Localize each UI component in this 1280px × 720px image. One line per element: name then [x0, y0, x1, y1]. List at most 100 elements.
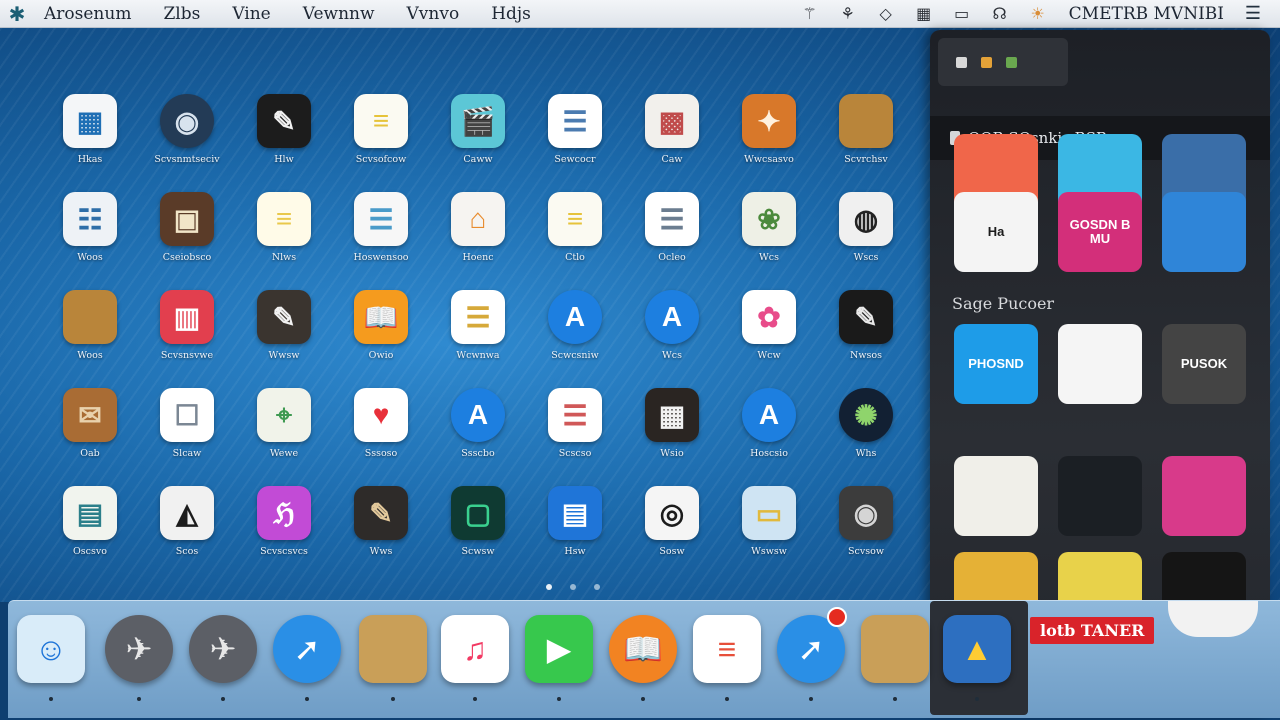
app-tile[interactable]: ☰ Scscso — [527, 388, 623, 486]
page-dot[interactable] — [570, 584, 576, 590]
app-tile[interactable]: ✉ Oab — [42, 388, 138, 486]
purple-app-icon[interactable]: ℌ — [257, 486, 311, 540]
list-icon[interactable]: ☰ — [451, 290, 505, 344]
app-store-icon[interactable]: A — [742, 388, 796, 442]
dock-item[interactable]: ▲ — [942, 615, 1012, 701]
app-tile[interactable]: A Wcs — [624, 290, 720, 388]
dock-item[interactable] — [860, 615, 930, 701]
dock-item[interactable] — [358, 615, 428, 701]
orange-app-icon[interactable]: ✦ — [742, 94, 796, 148]
map-board-icon[interactable]: ▩ — [645, 94, 699, 148]
app-tile[interactable]: ◉ Scvsow — [818, 486, 914, 584]
app-tile[interactable]: 📖 Owio — [333, 290, 429, 388]
green-frame-icon[interactable]: ▢ — [451, 486, 505, 540]
app-tile[interactable]: ▦ Hkas — [42, 94, 138, 192]
gem-icon[interactable]: ◇ — [875, 4, 897, 24]
app-tile[interactable]: ≡ Nlws — [236, 192, 332, 290]
app-tile[interactable]: ✿ Wcw — [721, 290, 817, 388]
app-tile[interactable]: ☰ Wcwnwa — [430, 290, 526, 388]
page-dot[interactable] — [594, 584, 600, 590]
yellow-blue-icon[interactable]: PHOSND — [954, 324, 1038, 404]
dock-item[interactable]: 📖 — [608, 615, 678, 701]
app-tile[interactable]: ☰ Sewcocr — [527, 94, 623, 192]
app-tile[interactable]: ▤ Hsw — [527, 486, 623, 584]
app-store-icon[interactable]: A — [645, 290, 699, 344]
dock-item[interactable]: ♫ — [440, 615, 510, 701]
clapperboard-icon[interactable]: 🎬 — [451, 94, 505, 148]
books-icon[interactable]: 📖 — [354, 290, 408, 344]
pink-banner-icon[interactable]: GOSDN B MU — [1058, 192, 1142, 272]
reminders-icon[interactable]: ☰ — [645, 192, 699, 246]
reminders-icon[interactable]: ☰ — [548, 388, 602, 442]
app-tile[interactable]: A Ssscbo — [430, 388, 526, 486]
app-tile[interactable]: ◍ Wscs — [818, 192, 914, 290]
app-tile[interactable]: ❀ Wcs — [721, 192, 817, 290]
menu-item-help[interactable]: Hdjs — [481, 4, 553, 24]
clock-board-icon[interactable]: ◍ — [839, 192, 893, 246]
notebook-icon[interactable] — [861, 615, 929, 683]
books-icon[interactable]: 📖 — [609, 615, 677, 683]
pencil-box-icon[interactable]: PUSOK — [1162, 324, 1246, 404]
safari-icon[interactable]: ➚ — [777, 607, 847, 683]
app-tile[interactable]: ✎ Nwsos — [818, 290, 914, 388]
checklist-icon[interactable]: ☰ — [354, 192, 408, 246]
wand-icon[interactable]: ⚚ — [799, 4, 821, 24]
wood-board-icon[interactable] — [63, 290, 117, 344]
app-tile[interactable]: A Hoscsio — [721, 388, 817, 486]
dock-item[interactable]: ☺ — [16, 615, 86, 701]
menu-item-go[interactable]: Vvnvo — [397, 4, 482, 24]
app-tile[interactable]: ☰ Hoswensoo — [333, 192, 429, 290]
notes-icon[interactable]: ≡ — [354, 94, 408, 148]
app-tile[interactable]: ⌖ Wewe — [236, 388, 332, 486]
dock-tray-label[interactable]: lotb TANER — [1030, 617, 1155, 644]
app-tile[interactable]: ℌ Scvscsvcs — [236, 486, 332, 584]
app-tile[interactable]: ☰ Ocleo — [624, 192, 720, 290]
panel-tab-zoom[interactable] — [1006, 56, 1017, 68]
app-tile[interactable]: Woos — [42, 290, 138, 388]
sketch-icon[interactable]: ✎ — [354, 486, 408, 540]
script-app-icon[interactable]: ✎ — [257, 94, 311, 148]
apple-menu-icon[interactable]: ✱ — [0, 0, 34, 28]
brown-notes-icon[interactable]: ✉ — [63, 388, 117, 442]
app-tile[interactable]: ▦ Wsio — [624, 388, 720, 486]
home-icon[interactable]: ⌂ — [451, 192, 505, 246]
rainbow-icon[interactable] — [1162, 192, 1246, 272]
app-tile[interactable]: 🎬 Caww — [430, 94, 526, 192]
notes-icon[interactable]: ≡ — [548, 192, 602, 246]
dark-app-icon[interactable]: ✎ — [257, 290, 311, 344]
grid-app-icon[interactable]: ▦ — [645, 388, 699, 442]
eye-icon[interactable]: ◭ — [160, 486, 214, 540]
app-tile[interactable]: ≡ Scvsofcow — [333, 94, 429, 192]
pink-magenta-icon[interactable] — [1162, 456, 1246, 536]
app-tile[interactable]: ◉ Scvsnmtseciv — [139, 94, 235, 192]
app-tile[interactable]: ⌂ Hoenc — [430, 192, 526, 290]
music-icon[interactable]: ♫ — [441, 615, 509, 683]
butterfly-icon[interactable]: ⚘ — [837, 4, 859, 24]
launchpad-icon[interactable]: ✈ — [189, 615, 257, 683]
wood-board-icon[interactable] — [839, 94, 893, 148]
app-tile[interactable]: ☐ Slcaw — [139, 388, 235, 486]
map-chart-icon[interactable]: ▤ — [63, 486, 117, 540]
stickers-icon[interactable]: ❀ — [742, 192, 796, 246]
app-tile[interactable]: ▩ Caw — [624, 94, 720, 192]
dock-item[interactable]: ✈ — [188, 615, 258, 701]
app-tile[interactable]: ▢ Scwsw — [430, 486, 526, 584]
app-tile[interactable]: ◭ Scos — [139, 486, 235, 584]
menu-item-app[interactable]: Arosenum — [34, 4, 153, 24]
camera-icon[interactable]: ◎ — [645, 486, 699, 540]
notebook-icon[interactable] — [359, 615, 427, 683]
notification-center-icon[interactable]: ☰ — [1240, 3, 1266, 24]
dark-circle-app-icon[interactable]: ◉ — [160, 94, 214, 148]
photo-booth-icon[interactable]: ▥ — [160, 290, 214, 344]
reminders-icon[interactable]: ≡ — [693, 615, 761, 683]
panel-tab-close[interactable] — [956, 56, 967, 68]
photos-icon[interactable]: ✿ — [742, 290, 796, 344]
app-tile[interactable]: ✎ Wwsw — [236, 290, 332, 388]
app-tile[interactable]: ✺ Whs — [818, 388, 914, 486]
safari-icon[interactable]: ➚ — [273, 615, 341, 683]
app-tile[interactable]: ▤ Oscsvo — [42, 486, 138, 584]
white-box-icon[interactable] — [1058, 324, 1142, 404]
menu-item-window[interactable]: Vewnnw — [293, 4, 397, 24]
app-tile[interactable]: ✦ Wwcsasvo — [721, 94, 817, 192]
page-dot[interactable] — [546, 584, 552, 590]
